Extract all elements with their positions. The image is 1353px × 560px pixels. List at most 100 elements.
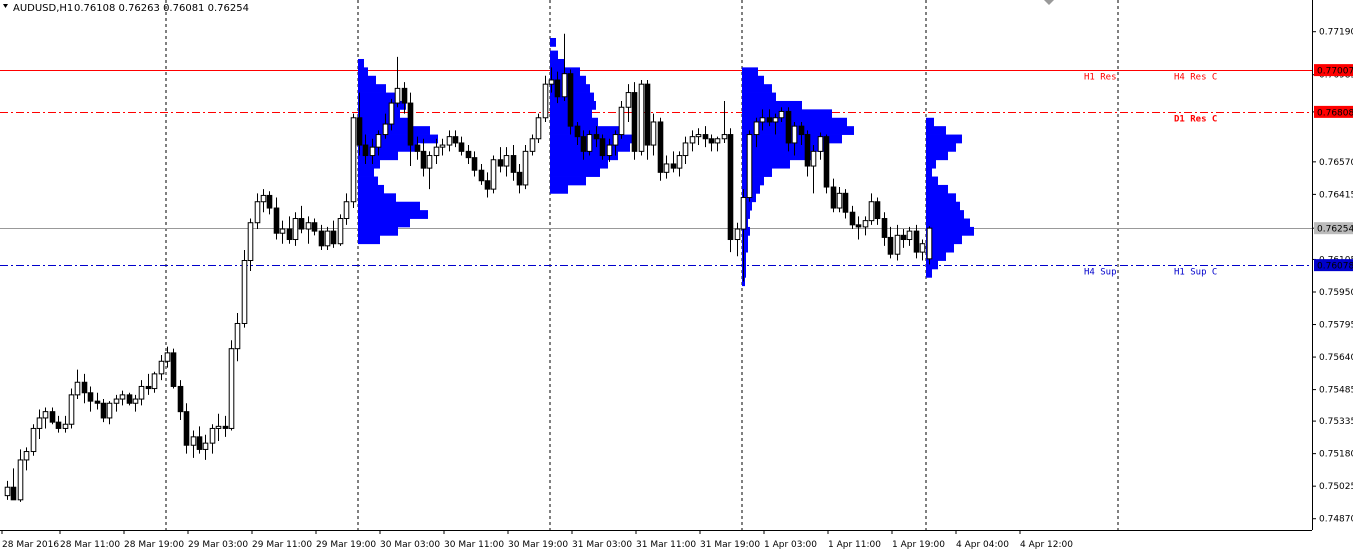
bull-candle: [42, 411, 49, 419]
y-tick-label: 0.75335: [1319, 417, 1353, 427]
bear-candle: [273, 207, 280, 234]
bull-candle: [490, 159, 497, 190]
bull-candle: [868, 201, 875, 222]
profile-bar: [742, 142, 828, 152]
profile-bar: [358, 226, 398, 236]
bear-candle: [298, 218, 305, 230]
bull-candle: [926, 227, 933, 260]
profile-bar: [550, 37, 556, 47]
profile-bar: [926, 117, 934, 127]
profile-bar: [926, 226, 974, 236]
profile-bar: [550, 176, 586, 186]
bear-candle: [842, 192, 849, 213]
bull-candle: [254, 201, 261, 224]
bear-candle: [804, 134, 811, 167]
bear-candle: [145, 385, 152, 390]
bear-candle: [657, 121, 664, 173]
bear-candle: [593, 134, 600, 140]
profile-bar: [358, 58, 364, 68]
bull-candle: [23, 451, 30, 461]
level-label: D1 Res C: [1174, 115, 1217, 125]
bear-candle: [702, 134, 709, 140]
bull-candle: [548, 79, 555, 85]
level-label: H4 Res C: [1174, 73, 1217, 83]
x-tick-label: 1 Apr 11:00: [828, 540, 881, 550]
bear-candle: [631, 92, 638, 152]
bear-candle: [266, 194, 273, 209]
profile-bar: [358, 193, 396, 203]
axes: 0.771900.769850.768080.765700.764150.762…: [0, 0, 1353, 550]
profile-bar: [358, 84, 386, 93]
bear-candle: [55, 421, 62, 429]
profile-bar: [358, 210, 428, 219]
profile-bar: [742, 100, 802, 110]
profile-bar: [550, 126, 622, 135]
price-levels: H1 Res H4 Res C D1 Res C H4 Sup H1 Sup C: [0, 70, 1312, 278]
bull-candle: [433, 146, 440, 157]
x-tick-label: 28 Mar 11:00: [60, 540, 120, 550]
bull-candle: [689, 136, 696, 144]
shift-marker-icon[interactable]: [1044, 0, 1054, 5]
bull-candle: [759, 117, 766, 123]
bull-candle: [337, 218, 344, 245]
bull-candle: [106, 402, 113, 419]
bull-candle: [426, 155, 433, 169]
symbol-label: AUDUSD,H1: [13, 3, 73, 14]
bear-candle: [497, 159, 504, 167]
bull-candle: [606, 144, 613, 157]
bull-candle: [836, 192, 843, 209]
bull-candle: [234, 322, 241, 350]
profile-bar: [358, 218, 410, 228]
bull-candle: [36, 417, 43, 429]
bull-candle: [350, 117, 357, 203]
y-tick-label: 0.75950: [1319, 288, 1353, 298]
bear-candle: [766, 117, 773, 123]
bull-candle: [375, 134, 382, 148]
profile-bar: [926, 176, 938, 186]
bull-candle: [906, 230, 913, 241]
bear-candle: [401, 87, 408, 104]
bull-candle: [190, 436, 197, 446]
bull-candle: [522, 150, 529, 186]
bull-candle: [753, 121, 760, 136]
x-tick-label: 29 Mar 11:00: [252, 540, 312, 550]
bear-candle: [170, 352, 177, 387]
bear-candle: [567, 73, 574, 127]
bear-candle: [465, 150, 472, 159]
profile-bar: [550, 58, 564, 68]
bull-candle: [343, 201, 350, 220]
profile-bar: [358, 134, 438, 144]
y-tick-label: 0.75640: [1319, 353, 1353, 363]
profile-bar: [358, 184, 384, 194]
symbol-arrow-icon[interactable]: [3, 4, 8, 8]
x-tick-label: 1 Apr 19:00: [892, 540, 945, 550]
bull-candle: [279, 228, 286, 234]
x-tick-label: 30 Mar 19:00: [508, 540, 568, 550]
bear-candle: [286, 228, 293, 241]
bull-candle: [17, 459, 24, 501]
bull-candle: [158, 360, 165, 375]
bear-candle: [887, 236, 894, 255]
profile-bar: [926, 134, 962, 144]
bear-candle: [830, 186, 837, 209]
bear-candle: [420, 150, 427, 169]
y-tick-label: 0.75795: [1319, 321, 1353, 331]
bear-candle: [81, 381, 88, 394]
bull-candle: [810, 150, 817, 167]
profile-bar: [742, 243, 748, 253]
bull-candle: [305, 222, 312, 230]
y-tick-label: 0.75025: [1319, 482, 1353, 492]
level-label: H1 Res: [1084, 73, 1117, 83]
price-chart[interactable]: H1 Res H4 Res C D1 Res C H4 Sup H1 Sup C 0.7…: [0, 0, 1353, 560]
bear-candle: [874, 201, 881, 220]
bear-candle: [708, 138, 715, 144]
y-tick-label: 0.76570: [1319, 158, 1353, 168]
bear-candle: [362, 144, 369, 157]
bear-candle: [458, 142, 465, 152]
x-tick-label: 28 Mar 19:00: [124, 540, 184, 550]
profile-bar: [926, 210, 964, 219]
bear-candle: [785, 110, 792, 144]
bull-candle: [561, 73, 568, 98]
profile-bar: [358, 176, 378, 186]
bear-candle: [644, 83, 651, 146]
